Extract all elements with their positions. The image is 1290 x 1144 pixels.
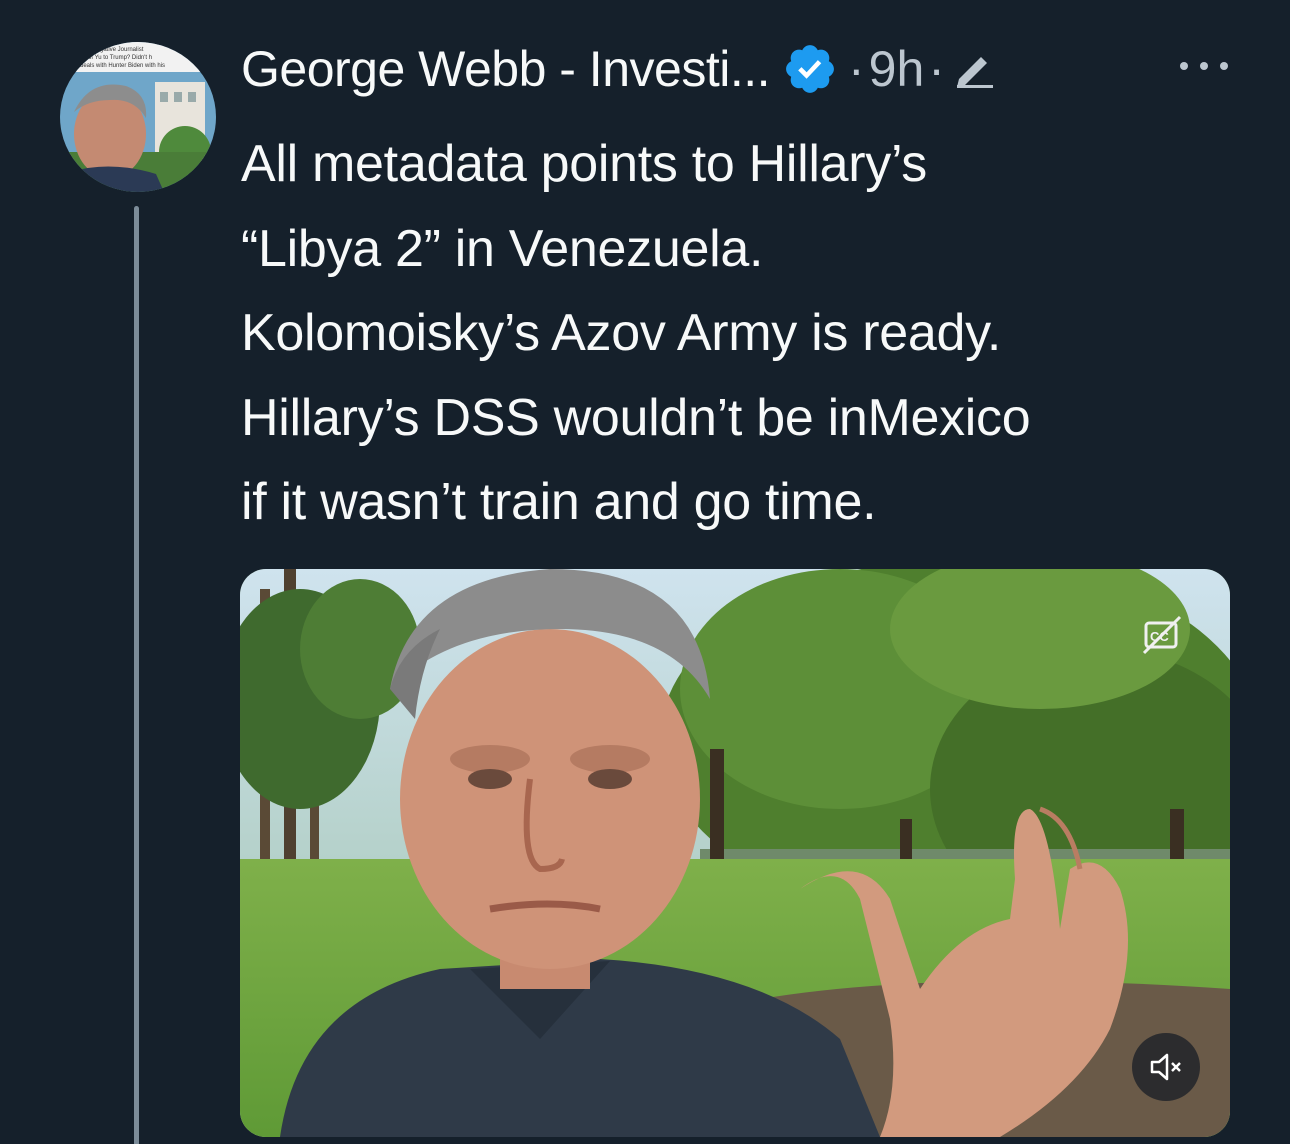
- tweet-timestamp[interactable]: 9h: [869, 40, 925, 98]
- author-display-name[interactable]: George Webb - Investi...: [241, 40, 771, 98]
- tweet: gative Journalist me of Yu to Trump? Did…: [0, 0, 1290, 1144]
- more-dot: [1200, 62, 1208, 70]
- tweet-text-line: Hillary’s DSS wouldn’t be inMexico: [241, 388, 1031, 447]
- avatar-image: gative Journalist me of Yu to Trump? Did…: [60, 42, 216, 192]
- volume-muted-icon[interactable]: [1132, 1033, 1200, 1101]
- tweet-header: George Webb - Investi... · 9h ·: [241, 36, 997, 102]
- edited-pencil-icon[interactable]: [953, 49, 997, 89]
- video-frame: [240, 569, 1230, 1137]
- more-dot: [1180, 62, 1188, 70]
- avatar-caption-2: me of Yu to Trump? Didn't h: [78, 55, 152, 61]
- more-dot: [1220, 62, 1228, 70]
- verified-badge-icon: [782, 41, 838, 97]
- avatar-caption-3: ns deals with Hunter Biden with his: [72, 63, 165, 69]
- tweet-text-line: Kolomoisky’s Azov Army is ready.: [241, 304, 1002, 362]
- avatar-caption-1: gative Journalist: [100, 47, 144, 53]
- meta-separator: ·: [848, 41, 865, 97]
- tweet-text: All metadata points to Hillary’s “Libya …: [241, 122, 1251, 545]
- thread-line: [134, 206, 139, 1144]
- meta-separator: ·: [928, 41, 945, 97]
- avatar[interactable]: gative Journalist me of Yu to Trump? Did…: [60, 42, 216, 192]
- tweet-text-line: “Libya 2” in Venezuela.: [241, 219, 764, 278]
- closed-captions-off-icon[interactable]: CC: [1142, 615, 1182, 655]
- more-options-icon[interactable]: [1180, 48, 1228, 84]
- video-player[interactable]: CC: [240, 569, 1230, 1137]
- tweet-text-line: if it wasn’t train and go time.: [241, 473, 877, 531]
- tweet-text-line: All metadata points to Hillary’s: [241, 135, 927, 193]
- tweet-meta: · 9h ·: [844, 40, 997, 98]
